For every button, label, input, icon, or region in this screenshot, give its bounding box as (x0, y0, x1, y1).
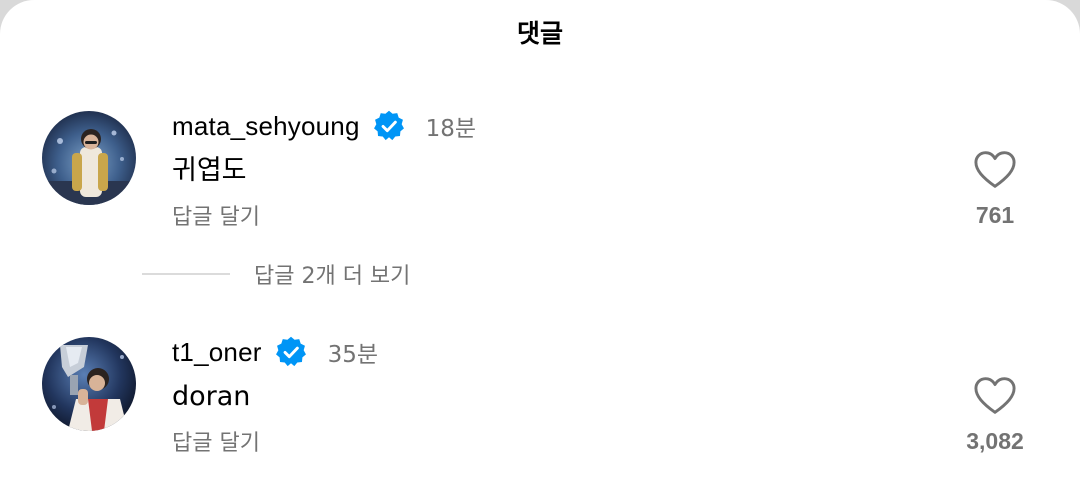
heart-outline-icon[interactable] (973, 150, 1017, 190)
avatar-image (42, 111, 136, 205)
like-count: 3,082 (966, 428, 1024, 454)
replies-divider (142, 273, 230, 275)
heart-outline-icon[interactable] (973, 376, 1017, 416)
comment-item: mata_sehyoung 18분 귀엽도 답글 달기 761 (0, 108, 1080, 238)
sheet-title: 댓글 (516, 19, 563, 48)
reply-button[interactable]: 답글 달기 (172, 203, 260, 233)
verified-badge-icon (274, 335, 308, 369)
comment-text: doran (172, 381, 251, 412)
avatar[interactable] (42, 111, 136, 205)
username[interactable]: mata_sehyoung (172, 111, 360, 142)
username-row: mata_sehyoung 18분 (172, 108, 476, 144)
username-row: t1_oner 35분 (172, 334, 378, 370)
reply-button[interactable]: 답글 달기 (172, 429, 260, 459)
verified-badge-icon (372, 109, 406, 143)
view-more-replies-label[interactable]: 답글 2개 더 보기 (254, 258, 410, 290)
avatar[interactable] (42, 337, 136, 431)
comment-time: 18분 (425, 116, 477, 142)
view-more-replies[interactable]: 답글 2개 더 보기 (142, 258, 410, 290)
comment-text: 귀엽도 (172, 155, 247, 186)
comments-sheet: 댓글 mata_sehyoung 18분 귀엽도 답글 달기 761 답글 2개… (0, 0, 1080, 487)
username[interactable]: t1_oner (172, 337, 262, 368)
like-column: 3,082 (950, 376, 1040, 455)
like-column: 761 (950, 150, 1040, 229)
avatar-image (42, 337, 136, 431)
comment-time: 35분 (327, 342, 379, 368)
comment-item: t1_oner 35분 doran 답글 달기 3,082 (0, 334, 1080, 464)
like-count: 761 (975, 202, 1015, 228)
